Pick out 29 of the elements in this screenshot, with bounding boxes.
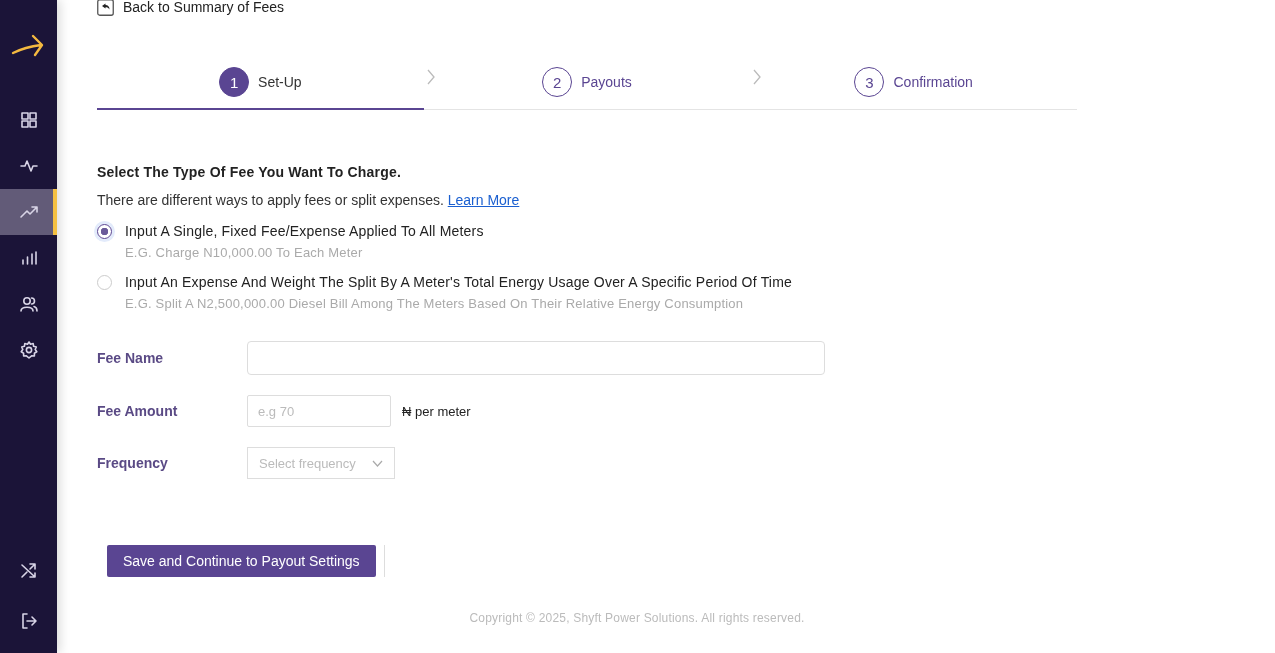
radio-button[interactable] [97, 224, 112, 239]
option-example: E.G. Split A N2,500,000.00 Diesel Bill Among The Meters Based On Their Relative Energy Consumption [125, 296, 745, 311]
step-tab[interactable]: 1 Set-Up [97, 56, 424, 110]
field-label: Fee Amount [97, 403, 179, 419]
grid-icon [18, 110, 39, 130]
option-example: E.G. Charge N10,000.00 To Each Meter [125, 245, 364, 260]
settings-icon [18, 340, 39, 360]
option-label: Input An Expense And Weight The Split By A Meter's Total Energy Usage Over A Specific Period Of Time [125, 274, 793, 290]
fee-amount-field[interactable]: e.g 70 [247, 395, 391, 427]
option-label: Input A Single, Fixed Fee/Expense Applied To All Meters [125, 223, 484, 239]
step-tab[interactable]: 2 Payouts [423, 56, 751, 110]
section-heading: Select The Type Of Fee You Want To Charge. [97, 164, 402, 180]
back-link[interactable]: Back to Summary of Fees [97, 0, 1275, 18]
shuffle-icon [18, 561, 39, 581]
logo-arrow-icon [11, 33, 45, 59]
fee-name-field[interactable] [247, 341, 825, 375]
intro-text: There are different ways to apply fees or split expenses. [97, 192, 444, 208]
copyright-text: Copyright © 2025, Shyft Power Solutions. All rights reserved. [468, 611, 806, 625]
chevron-down-icon [372, 459, 383, 467]
chevron-right-icon [752, 69, 763, 85]
field-label: Frequency [97, 455, 169, 471]
step-tab[interactable]: 3 Confirmation [750, 56, 1077, 110]
field-label: Fee Name [97, 350, 165, 366]
save-continue-button[interactable]: Save and Continue to Payout Settings [107, 545, 376, 577]
users-icon [18, 294, 39, 314]
chevron-right-icon [425, 69, 436, 85]
learn-more-link[interactable]: Learn More [447, 192, 520, 208]
unit-text: ₦ per meter [402, 403, 471, 419]
back-arrow-icon [97, 0, 114, 16]
